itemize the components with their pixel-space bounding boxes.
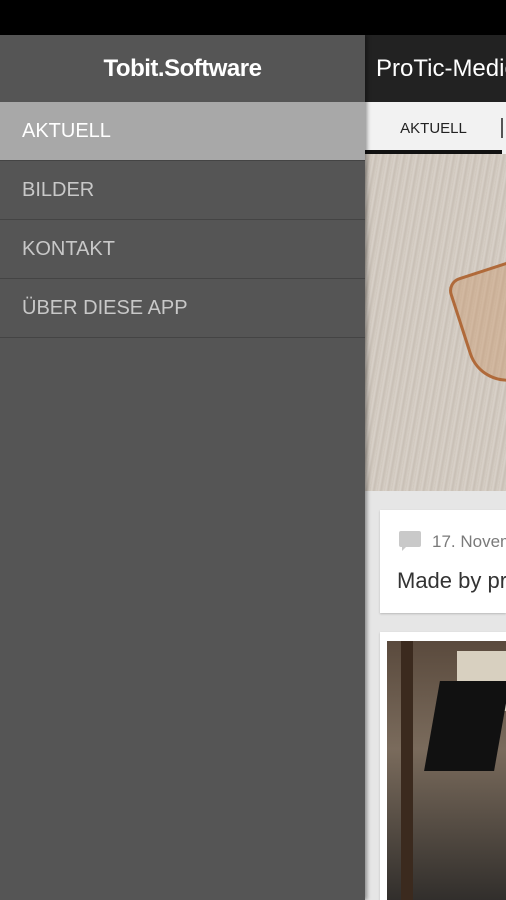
app-title: ProTic-Medien — [376, 55, 506, 82]
feed-photo-card[interactable] — [380, 632, 506, 900]
comment-icon — [399, 531, 421, 551]
drawer-item-bilder[interactable]: BILDER — [0, 161, 365, 220]
drawer-item-ueber-diese-app[interactable]: ÜBER DIESE APP — [0, 279, 365, 338]
drawer-item-label: BILDER — [22, 179, 95, 201]
drawer-item-label: ÜBER DIESE APP — [22, 297, 188, 319]
navigation-drawer: Tobit.Software AKTUELL BILDER KONTAKT ÜB… — [0, 35, 365, 900]
engraved-logo-image — [445, 252, 506, 392]
post-date: 17. November — [432, 532, 506, 551]
hero-image[interactable] — [365, 154, 506, 491]
drawer-menu: AKTUELL BILDER KONTAKT ÜBER DIESE APP — [0, 102, 365, 338]
main-content: ProTic-Medien AKTUELL 17. November Made … — [365, 35, 506, 900]
post-text: Made by pro — [397, 568, 506, 593]
drawer-item-aktuell[interactable]: AKTUELL — [0, 102, 365, 161]
feed-post-card[interactable]: 17. November Made by pro — [380, 510, 506, 613]
drawer-item-label: KONTAKT — [22, 238, 115, 260]
photo-object — [424, 681, 506, 771]
tab-divider — [501, 118, 503, 138]
drawer-item-label: AKTUELL — [22, 120, 111, 142]
photo-beam — [401, 641, 413, 900]
drawer-header: Tobit.Software — [0, 35, 365, 103]
post-photo — [387, 641, 506, 900]
brand-logo: Tobit.Software — [103, 55, 262, 82]
tab-aktuell[interactable]: AKTUELL — [365, 102, 502, 154]
status-bar — [0, 0, 506, 35]
tab-label: AKTUELL — [400, 120, 467, 137]
action-bar: ProTic-Medien — [365, 35, 506, 102]
drawer-item-kontakt[interactable]: KONTAKT — [0, 220, 365, 279]
tab-bar: AKTUELL — [365, 102, 506, 154]
